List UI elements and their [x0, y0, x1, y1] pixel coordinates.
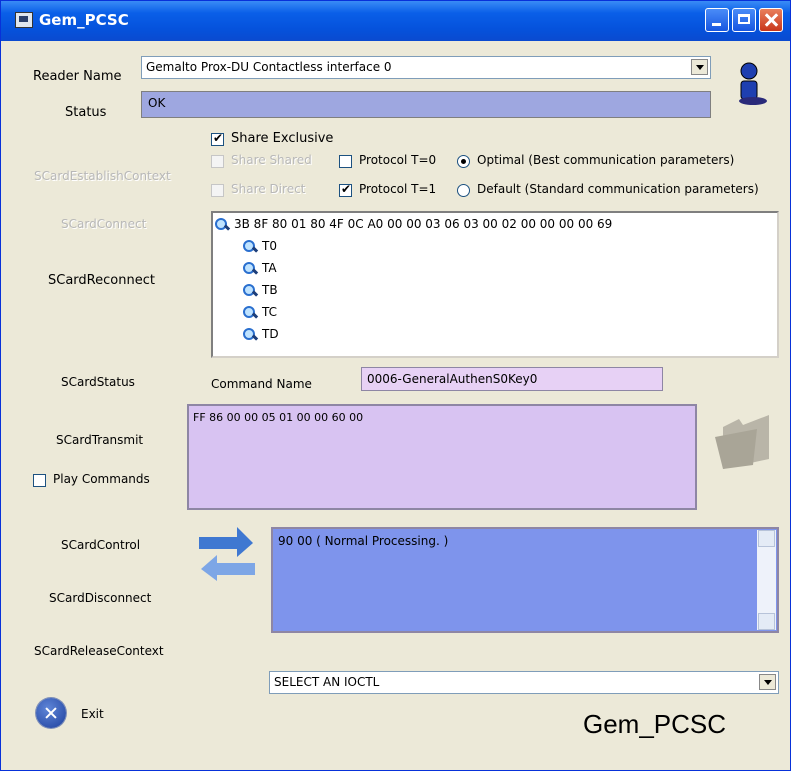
- magnifier-icon: [243, 328, 258, 341]
- response-value: 90 00 ( Normal Processing. ): [278, 534, 449, 548]
- optimal-radio[interactable]: [457, 155, 470, 168]
- status-label: Status: [65, 105, 107, 120]
- scard-connect-button[interactable]: SCardConnect: [61, 217, 146, 231]
- default-label: Default (Standard communication paramete…: [477, 182, 759, 196]
- scroll-down-button[interactable]: [758, 613, 775, 630]
- share-exclusive-checkbox[interactable]: [211, 131, 224, 146]
- share-direct-checkbox[interactable]: [211, 184, 224, 197]
- play-commands-label: Play Commands: [53, 472, 150, 486]
- exit-button[interactable]: Exit: [81, 707, 104, 721]
- optimal-label: Optimal (Best communication parameters): [477, 153, 735, 167]
- share-shared-checkbox[interactable]: [211, 155, 224, 168]
- protocol-t0-checkbox[interactable]: [339, 155, 352, 168]
- reader-name-label: Reader Name: [33, 69, 122, 84]
- protocol-t1-checkbox[interactable]: [339, 182, 352, 197]
- chevron-down-icon[interactable]: [759, 674, 776, 690]
- scard-establish-context-button[interactable]: SCardEstablishContext: [34, 169, 171, 183]
- atr-tree[interactable]: 3B 8F 80 01 80 4F 0C A0 00 00 03 06 03 0…: [211, 211, 779, 358]
- response-scrollbar[interactable]: [757, 530, 776, 630]
- atr-node-td[interactable]: TD: [243, 327, 279, 341]
- minimize-button[interactable]: [705, 8, 729, 32]
- brand-logo-text: Gem_PCSC: [583, 709, 727, 739]
- protocol-t0-label: Protocol T=0: [359, 153, 437, 167]
- command-name-value: 0006-GeneralAuthenS0Key0: [367, 372, 538, 386]
- scard-reconnect-button[interactable]: SCardReconnect: [48, 273, 155, 288]
- folder-icon[interactable]: [713, 407, 779, 473]
- user-icon: [731, 61, 769, 107]
- swap-arrows-icon: [197, 523, 257, 581]
- title-bar[interactable]: Gem_PCSC: [1, 1, 790, 41]
- status-field: OK: [141, 91, 711, 118]
- app-icon: [15, 12, 33, 28]
- atr-node-ta[interactable]: TA: [243, 261, 277, 275]
- command-name-field[interactable]: 0006-GeneralAuthenS0Key0: [361, 367, 663, 391]
- share-exclusive-label: Share Exclusive: [231, 131, 334, 146]
- atr-node-tb[interactable]: TB: [243, 283, 278, 297]
- maximize-button[interactable]: [732, 8, 756, 32]
- window-title: Gem_PCSC: [39, 11, 129, 29]
- reader-select[interactable]: Gemalto Prox-DU Contactless interface 0: [141, 56, 711, 79]
- chevron-down-icon[interactable]: [691, 59, 708, 75]
- apdu-value: FF 86 00 00 05 01 00 00 60 00: [193, 411, 364, 424]
- protocol-t1-label: Protocol T=1: [359, 182, 437, 196]
- scroll-up-button[interactable]: [758, 530, 775, 547]
- reader-card-icon: [215, 218, 230, 231]
- reader-select-value: Gemalto Prox-DU Contactless interface 0: [146, 60, 392, 74]
- ioctl-select[interactable]: SELECT AN IOCTL: [269, 671, 779, 694]
- status-value: OK: [148, 96, 166, 110]
- magnifier-icon: [243, 306, 258, 319]
- exit-icon[interactable]: [36, 698, 66, 728]
- scard-status-button[interactable]: SCardStatus: [61, 375, 135, 389]
- atr-node-tc[interactable]: TC: [243, 305, 277, 319]
- scard-transmit-button[interactable]: SCardTransmit: [56, 433, 143, 447]
- ioctl-select-value: SELECT AN IOCTL: [274, 675, 380, 689]
- main-window: Gem_PCSC Reader Name Gemalto Prox-DU Con…: [0, 0, 791, 771]
- scard-control-button[interactable]: SCardControl: [61, 538, 140, 552]
- magnifier-icon: [243, 262, 258, 275]
- scard-disconnect-button[interactable]: SCardDisconnect: [49, 591, 151, 605]
- atr-root-node[interactable]: 3B 8F 80 01 80 4F 0C A0 00 00 03 06 03 0…: [215, 217, 612, 231]
- close-button[interactable]: [759, 8, 783, 32]
- default-radio[interactable]: [457, 184, 470, 197]
- scard-release-context-button[interactable]: SCardReleaseContext: [34, 644, 164, 658]
- share-direct-label: Share Direct: [231, 182, 306, 196]
- response-output: 90 00 ( Normal Processing. ): [271, 527, 779, 633]
- magnifier-icon: [243, 240, 258, 253]
- magnifier-icon: [243, 284, 258, 297]
- play-commands-checkbox[interactable]: [33, 474, 46, 487]
- command-name-label: Command Name: [211, 377, 312, 391]
- atr-node-t0[interactable]: T0: [243, 239, 277, 253]
- share-shared-label: Share Shared: [231, 153, 312, 167]
- apdu-input[interactable]: FF 86 00 00 05 01 00 00 60 00: [187, 404, 697, 510]
